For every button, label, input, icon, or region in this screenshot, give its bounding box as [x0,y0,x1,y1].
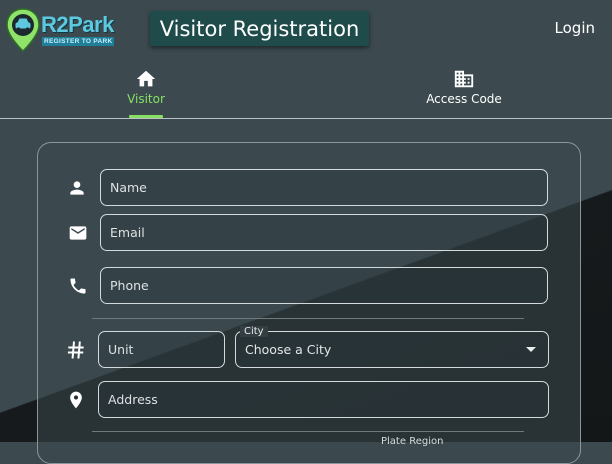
location-pin-logo-icon [6,8,40,53]
name-field[interactable] [100,169,548,206]
email-input[interactable] [110,225,547,240]
city-select-value: Choose a City [245,342,332,357]
logo-wordmark: R2Park [41,12,114,37]
unit-field[interactable] [98,331,225,368]
tab-visitor-label: Visitor [127,92,165,106]
section-divider-2 [92,431,524,432]
logo-tagline: REGISTER TO PARK [42,37,115,46]
address-field[interactable] [98,381,549,418]
city-select[interactable]: Choose a City [235,331,549,368]
email-icon [69,226,87,240]
page-title: Visitor Registration [150,11,369,46]
home-icon [136,70,156,87]
name-input[interactable] [110,180,547,195]
app-header: R2Park REGISTER TO PARK Visitor Registra… [0,0,612,60]
tab-bar: Visitor Access Code [0,62,612,119]
location-pin-icon [70,391,82,409]
section-divider [92,318,524,319]
phone-icon [70,278,86,294]
address-input[interactable] [108,392,548,407]
building-icon [454,70,474,88]
phone-field[interactable] [100,267,548,304]
dropdown-arrow-icon [526,347,536,352]
email-field[interactable] [100,214,548,251]
login-link[interactable]: Login [555,19,595,37]
active-tab-indicator [129,115,163,118]
unit-input[interactable] [108,342,224,357]
tab-access-code-label: Access Code [426,92,502,106]
person-icon [70,181,84,195]
r2park-logo[interactable]: R2Park REGISTER TO PARK [5,7,115,53]
city-select-label: City [240,326,268,337]
hash-icon [67,341,84,359]
tab-access-code[interactable]: Access Code [414,62,514,118]
tab-visitor[interactable]: Visitor [100,62,192,118]
phone-input[interactable] [110,278,547,293]
